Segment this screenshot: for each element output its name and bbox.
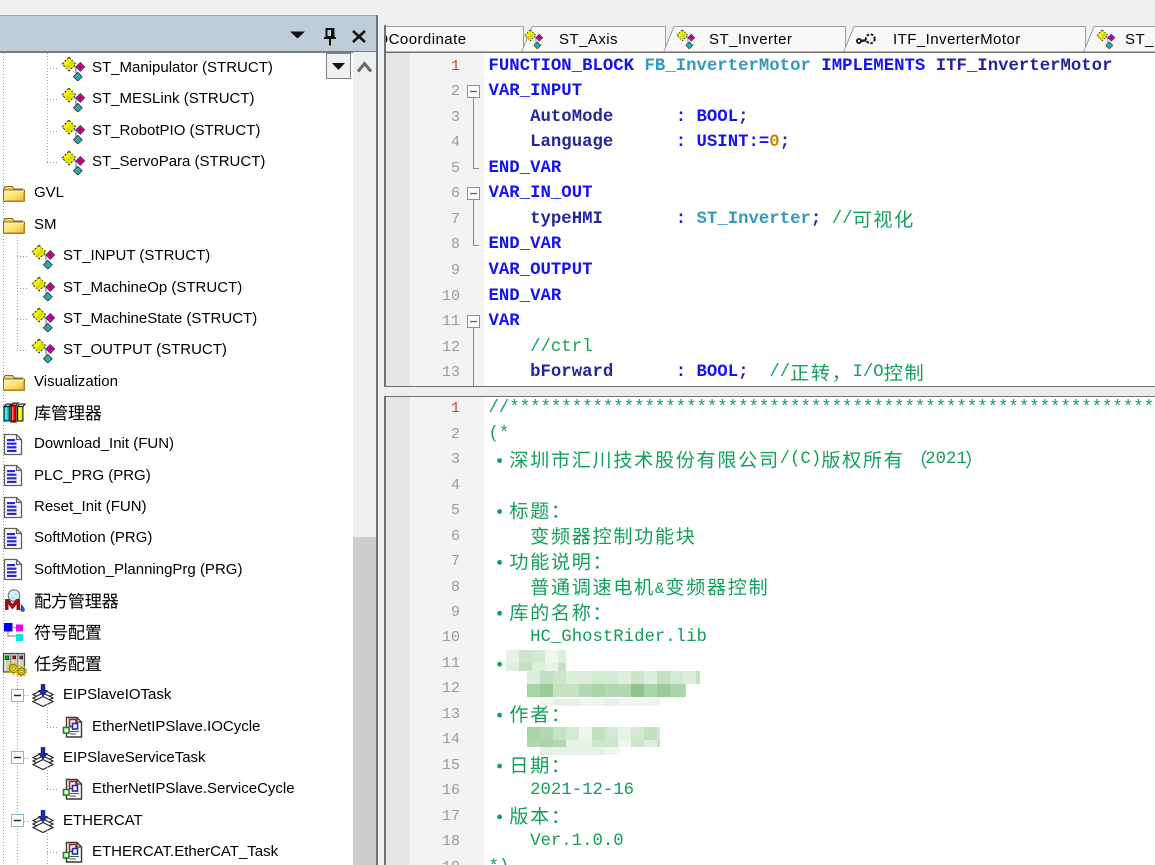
svg-text:&: & xyxy=(655,580,665,598)
